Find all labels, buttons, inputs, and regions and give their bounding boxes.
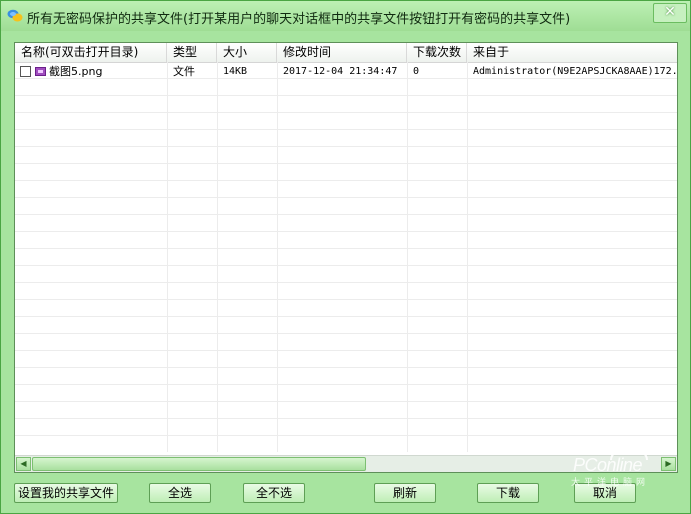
chat-bubbles-icon (7, 9, 23, 22)
column-divider (467, 62, 468, 452)
row-checkbox[interactable] (20, 66, 31, 77)
column-divider (217, 62, 218, 452)
list-header: 名称(可双击打开目录) 类型 大小 修改时间 下载次数 来自于 (15, 43, 677, 63)
file-modified: 2017-12-04 21:34:47 (283, 66, 398, 77)
list-grid (15, 62, 677, 452)
file-type: 文件 (173, 65, 195, 78)
column-header-type[interactable]: 类型 (167, 43, 217, 62)
close-icon: ✕ (664, 4, 676, 20)
shared-files-window: 所有无密码保护的共享文件(打开某用户的聊天对话框中的共享文件按钮打开有密码的共享… (0, 0, 691, 514)
arrow-left-icon: ◀ (20, 459, 27, 468)
refresh-button[interactable]: 刷新 (374, 483, 436, 503)
arrow-right-icon: ▶ (665, 459, 672, 468)
column-header-name[interactable]: 名称(可双击打开目录) (15, 43, 167, 62)
file-downloads: 0 (413, 66, 420, 77)
table-row[interactable]: 截图5.png 文件 14KB 2017-12-04 21:34:47 0 Ad… (15, 63, 678, 80)
close-button[interactable]: ✕ (653, 3, 687, 23)
file-size: 14KB (223, 66, 248, 77)
title-bar[interactable]: 所有无密码保护的共享文件(打开某用户的聊天对话框中的共享文件按钮打开有密码的共享… (1, 1, 690, 31)
column-divider (277, 62, 278, 452)
scroll-right-button[interactable]: ▶ (661, 457, 676, 471)
column-divider (407, 62, 408, 452)
file-from: Administrator(N9E2APSJCKA8AAE)172.1 (473, 66, 678, 77)
scroll-left-button[interactable]: ◀ (16, 457, 31, 471)
window-title: 所有无密码保护的共享文件(打开某用户的聊天对话框中的共享文件按钮打开有密码的共享… (27, 12, 571, 27)
file-name: 截图5.png (49, 65, 103, 78)
select-all-button[interactable]: 全选 (149, 483, 211, 503)
horizontal-scrollbar[interactable]: ◀ ▶ (15, 455, 677, 472)
scroll-thumb[interactable] (32, 457, 366, 471)
column-divider (167, 62, 168, 452)
column-header-size[interactable]: 大小 (217, 43, 277, 62)
select-none-button[interactable]: 全不选 (243, 483, 305, 503)
column-header-from[interactable]: 来自于 (467, 43, 677, 62)
column-header-modified[interactable]: 修改时间 (277, 43, 407, 62)
my-shares-button[interactable]: 设置我的共享文件 (14, 483, 118, 503)
download-button[interactable]: 下载 (477, 483, 539, 503)
cancel-button[interactable]: 取消 (574, 483, 636, 503)
shared-file-list[interactable]: 名称(可双击打开目录) 类型 大小 修改时间 下载次数 来自于 截图5.png … (14, 42, 678, 473)
column-header-downloads[interactable]: 下载次数 (407, 43, 467, 62)
